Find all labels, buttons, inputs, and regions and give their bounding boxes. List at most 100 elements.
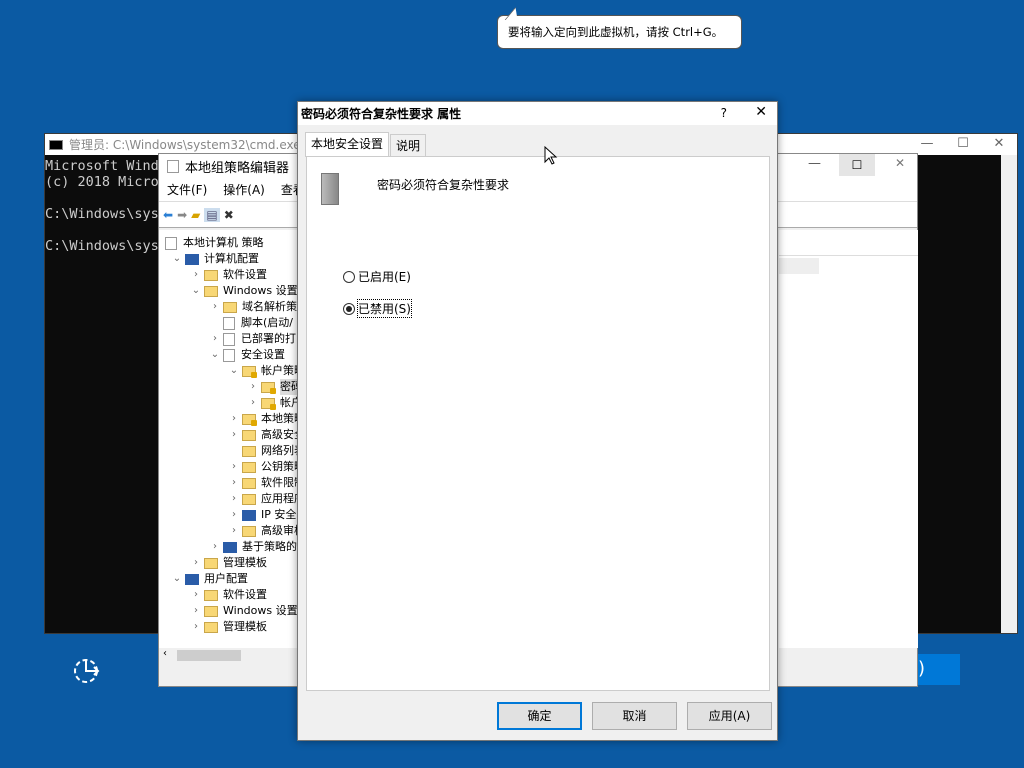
- chevron-right-icon[interactable]: ›: [247, 395, 259, 411]
- tree-item[interactable]: › 已部署的打: [209, 331, 296, 347]
- chevron-right-icon[interactable]: ›: [190, 555, 202, 571]
- tree-item[interactable]: › Windows 设置: [190, 603, 298, 619]
- tree-item[interactable]: › 基于策略的: [209, 539, 297, 555]
- tree-item[interactable]: › 密码: [247, 379, 297, 395]
- chevron-down-icon[interactable]: ⌄: [171, 251, 183, 267]
- server-policy-icon: [321, 173, 339, 205]
- tree-item[interactable]: › 本地策略: [228, 411, 297, 427]
- tab-local-security-setting[interactable]: 本地安全设置: [305, 132, 390, 157]
- forward-icon[interactable]: ➡: [177, 208, 187, 222]
- up-folder-icon[interactable]: ▰: [191, 208, 200, 222]
- tree-item[interactable]: › 公钥策略: [228, 459, 297, 475]
- chevron-down-icon[interactable]: ⌄: [190, 283, 202, 299]
- tree-item-label: 用户配置: [204, 572, 248, 585]
- ok-button[interactable]: 确定: [497, 702, 582, 730]
- chevron-right-icon[interactable]: ›: [209, 539, 221, 555]
- tree-item[interactable]: › 软件设置: [190, 587, 267, 603]
- folder-lock-icon: [242, 365, 257, 378]
- chevron-right-icon[interactable]: ›: [209, 331, 221, 347]
- chevron-down-icon[interactable]: ⌄: [171, 571, 183, 587]
- chevron-right-icon[interactable]: ›: [190, 267, 202, 283]
- tree-item-label: 密码: [280, 379, 297, 395]
- close-button[interactable]: ✕: [755, 104, 767, 120]
- folder-icon: [242, 429, 256, 441]
- tree-item-label: Windows 设置: [223, 604, 298, 617]
- enabled-radio[interactable]: 已启用(E): [343, 268, 411, 285]
- dialog-title: 密码必须符合复杂性要求 属性: [301, 107, 462, 121]
- delete-icon[interactable]: ✖: [224, 208, 234, 222]
- tree-item[interactable]: › 软件设置: [190, 267, 267, 283]
- chevron-right-icon[interactable]: ›: [228, 523, 240, 539]
- chevron-right-icon[interactable]: ›: [190, 587, 202, 603]
- tab-panel: 密码必须符合复杂性要求 已启用(E) 已禁用(S): [306, 156, 770, 691]
- tree-item-label: 安全设置: [241, 348, 285, 361]
- chevron-right-icon[interactable]: ›: [228, 507, 240, 523]
- dialog-titlebar[interactable]: 密码必须符合复杂性要求 属性: [298, 102, 777, 125]
- tree-item[interactable]: ⌄ 安全设置: [209, 347, 285, 363]
- tree-item[interactable]: › 应用程序: [228, 491, 297, 507]
- close-button[interactable]: ✕: [981, 134, 1017, 155]
- tree-item[interactable]: › 域名解析策: [209, 299, 297, 315]
- tree-item[interactable]: › 管理模板: [190, 619, 267, 635]
- menu-item[interactable]: 操作(A): [215, 181, 273, 198]
- ease-of-access-icon[interactable]: [70, 655, 106, 687]
- minimize-button[interactable]: —: [909, 134, 945, 155]
- vertical-scrollbar[interactable]: [1001, 155, 1017, 633]
- chevron-right-icon[interactable]: ›: [228, 427, 240, 443]
- tree-item[interactable]: ⌄ Windows 设置: [190, 283, 297, 299]
- chevron-right-icon[interactable]: ›: [228, 491, 240, 507]
- chevron-down-icon[interactable]: ⌄: [209, 347, 221, 363]
- chevron-down-icon[interactable]: ⌄: [228, 363, 240, 379]
- cmd-title: 管理员: C:\Windows\system32\cmd.exe: [69, 138, 301, 152]
- chevron-right-icon[interactable]: ›: [228, 475, 240, 491]
- chevron-right-icon[interactable]: ›: [190, 603, 202, 619]
- tree-item[interactable]: ⌄ 计算机配置: [171, 251, 259, 267]
- tree-item[interactable]: 脚本(启动/: [209, 315, 293, 331]
- tree-item-label: 已部署的打: [241, 332, 296, 345]
- tree-item[interactable]: › 帐户: [247, 395, 297, 411]
- show-hide-tree-icon[interactable]: ▤: [204, 207, 220, 222]
- tree-item[interactable]: ⌄ 帐户策略: [228, 363, 297, 379]
- maximize-button[interactable]: ☐: [839, 154, 875, 176]
- tree-item[interactable]: › IP 安全: [228, 507, 296, 523]
- chevron-right-icon[interactable]: ›: [247, 379, 259, 395]
- details-pane[interactable]: [779, 230, 918, 648]
- tree-item[interactable]: › 管理模板: [190, 555, 267, 571]
- radio-circle[interactable]: [343, 302, 355, 315]
- tree-item[interactable]: › 高级审核: [228, 523, 297, 539]
- minimize-button[interactable]: —: [808, 156, 821, 171]
- tree-item[interactable]: 本地计算机 策略: [163, 235, 264, 251]
- horizontal-scrollbar[interactable]: ‹: [159, 648, 298, 663]
- chevron-right-icon[interactable]: ›: [209, 299, 221, 315]
- tree-item-label: 网络列表: [261, 444, 297, 457]
- computer-icon: [242, 509, 256, 521]
- cancel-button[interactable]: 取消: [592, 702, 677, 730]
- menu-item[interactable]: 文件(F): [159, 181, 215, 198]
- scroll-left-icon[interactable]: ‹: [163, 648, 167, 659]
- properties-dialog[interactable]: 密码必须符合复杂性要求 属性 ? ✕ 本地安全设置 说明 密码必须符合复杂性要求…: [297, 101, 778, 741]
- security-icon: [223, 348, 235, 362]
- computer-icon: [185, 253, 199, 265]
- enabled-label: 已启用(E): [358, 270, 411, 284]
- gpedit-icon: [167, 159, 179, 173]
- tree-item[interactable]: › 软件限制: [228, 475, 297, 491]
- chevron-right-icon[interactable]: ›: [228, 459, 240, 475]
- folder-icon: [204, 621, 218, 633]
- chevron-right-icon[interactable]: ›: [228, 411, 240, 427]
- chevron-right-icon[interactable]: ›: [190, 619, 202, 635]
- maximize-button[interactable]: ☐: [945, 134, 981, 155]
- tree-item-label: 脚本(启动/: [241, 316, 293, 329]
- partial-blue-button[interactable]: ): [918, 654, 960, 685]
- help-button[interactable]: ?: [721, 106, 727, 120]
- back-icon[interactable]: ⬅: [163, 208, 173, 222]
- tree-view[interactable]: 本地计算机 策略 ⌄ 计算机配置 › 软件设置 ⌄ Windows 设置 › 域名解析策 脚本(启…: [159, 230, 298, 648]
- tree-item[interactable]: 网络列表: [228, 443, 297, 459]
- tree-item[interactable]: ⌄ 用户配置: [171, 571, 248, 587]
- radio-circle[interactable]: [343, 270, 355, 283]
- disabled-radio[interactable]: 已禁用(S): [343, 299, 412, 318]
- tab-explain[interactable]: 说明: [390, 134, 427, 156]
- tree-item[interactable]: › 高级安全: [228, 427, 297, 443]
- apply-button[interactable]: 应用(A): [687, 702, 772, 730]
- close-button[interactable]: ✕: [895, 156, 905, 170]
- tree-item-label: 域名解析策: [242, 300, 297, 313]
